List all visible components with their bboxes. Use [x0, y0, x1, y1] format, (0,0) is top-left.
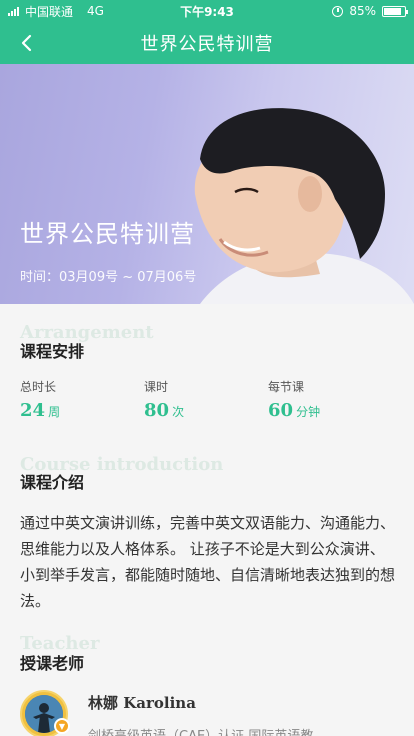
teacher-name[interactable]: 林娜 Karolina — [88, 692, 196, 713]
stat-label: 总时长 — [20, 380, 57, 394]
teacher-name-cn: 林娜 — [88, 694, 119, 712]
course-description: 通过中英文演讲训练，完善中英文双语能力、沟通能力、思维能力以及人格体系。 让孩子… — [20, 514, 396, 610]
carrier-label: 中国联通 — [25, 4, 74, 19]
course-stats: 总时长 24 周 课时 80 次 每节课 60 分钟 — [20, 378, 400, 421]
stat-unit: 次 — [172, 405, 185, 419]
stat-lesson-length: 每节课 60 分钟 — [268, 378, 392, 421]
stat-total-duration: 总时长 24 周 — [20, 378, 144, 421]
stat-value: 24 — [20, 400, 46, 421]
status-bar: 中国联通 4G 下午9:43 85% — [0, 0, 414, 22]
banner-photo — [194, 108, 414, 304]
verified-badge-icon: ▼ — [54, 718, 70, 734]
stat-unit: 分钟 — [296, 405, 321, 419]
back-button[interactable] — [14, 30, 40, 56]
banner-title: 世界公民特训营 — [20, 220, 195, 248]
teacher-description: 剑桥高级英语（CAE）认证 国际英语教 — [88, 725, 313, 736]
signal-icon — [8, 6, 19, 16]
network-label: 4G — [87, 4, 104, 18]
introduction-title: 课程介绍 — [20, 473, 85, 492]
stat-unit: 周 — [48, 405, 61, 419]
stat-label: 课时 — [144, 380, 169, 394]
chevron-left-icon — [21, 34, 32, 52]
nav-bar: 世界公民特训营 — [0, 22, 414, 64]
nav-title: 世界公民特训营 — [140, 34, 274, 55]
arrangement-title: 课程安排 — [20, 342, 85, 361]
stat-label: 每节课 — [268, 380, 305, 394]
battery-icon — [382, 5, 408, 17]
teacher-name-en: Karolina — [123, 694, 196, 712]
stat-value: 60 — [268, 400, 294, 421]
battery-percent: 85% — [349, 4, 376, 18]
alarm-icon — [332, 5, 344, 17]
course-time: 时间：03月09号 ~ 07月06号 — [20, 270, 197, 285]
course-banner: 世界公民特训营 时间：03月09号 ~ 07月06号 — [0, 64, 414, 304]
stat-value: 80 — [144, 400, 170, 421]
stat-lessons: 课时 80 次 — [144, 378, 268, 421]
teacher-title: 授课老师 — [20, 654, 85, 673]
